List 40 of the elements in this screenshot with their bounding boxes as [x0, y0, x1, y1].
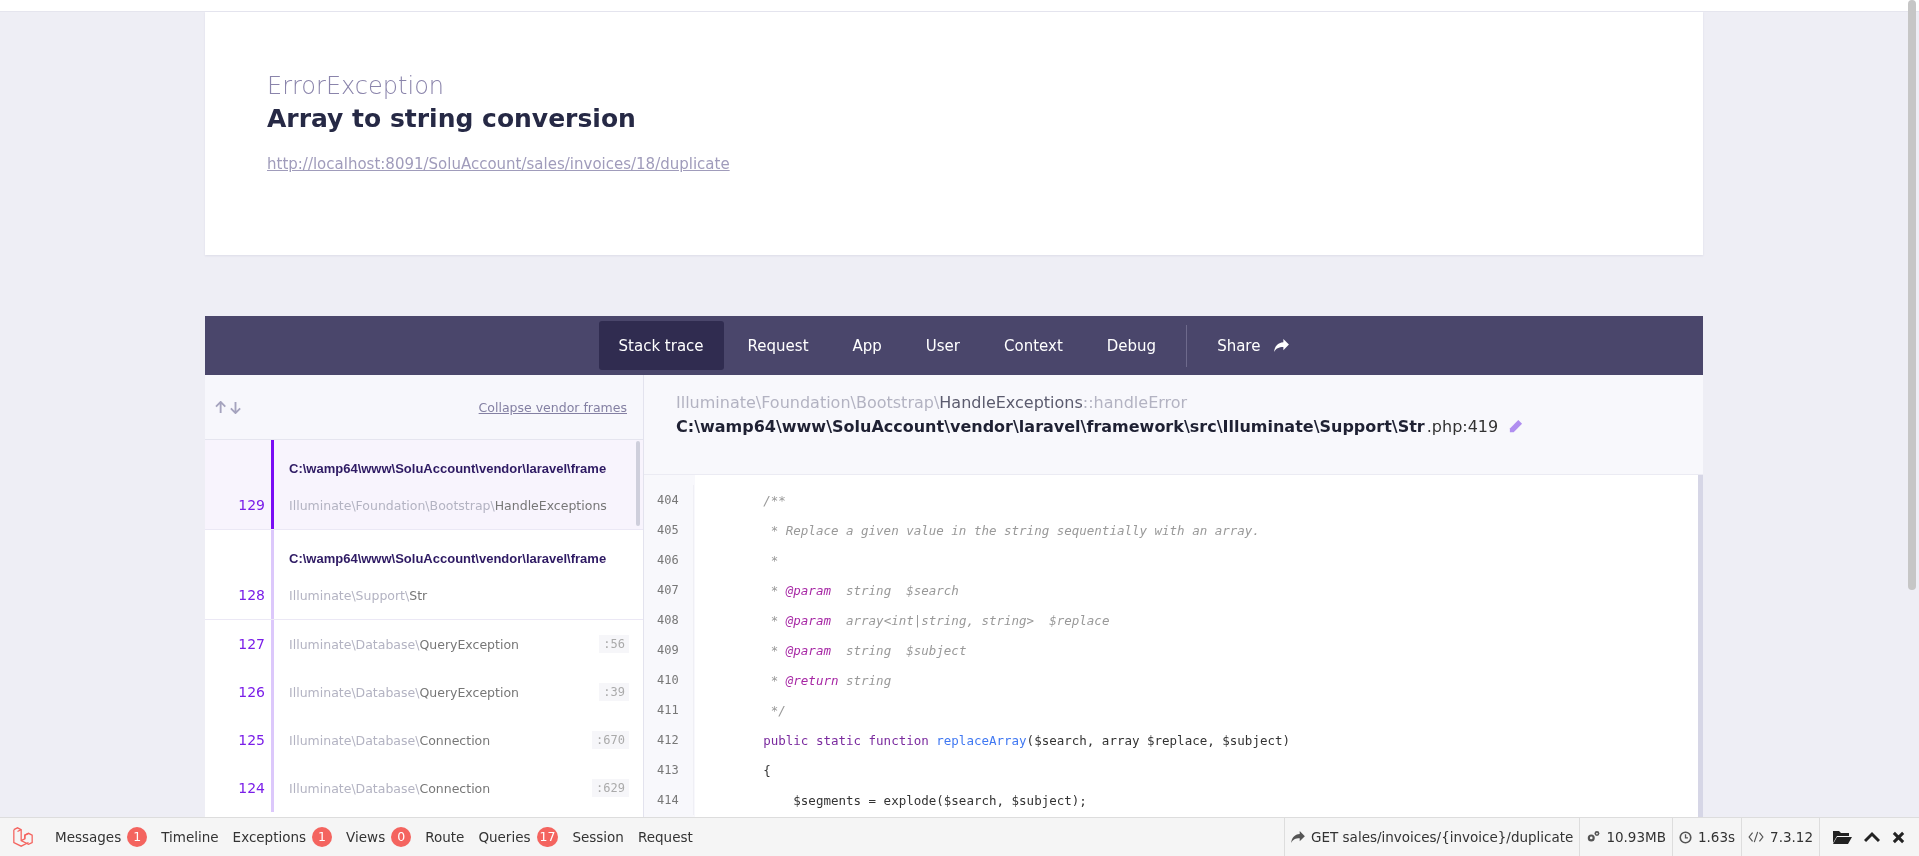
tab[interactable]: Debug	[1086, 321, 1177, 370]
toolbar-tab[interactable]: Exceptions 1	[225, 827, 340, 847]
tab[interactable]: App	[832, 321, 902, 370]
share-icon	[1274, 339, 1290, 352]
edit-icon[interactable]	[1508, 419, 1524, 434]
clock-icon	[1678, 830, 1692, 844]
stack-frame[interactable]: 127 Illuminate\Database\QueryException :56	[205, 620, 643, 668]
toolbar-tab[interactable]: Views 0	[339, 827, 419, 847]
tab[interactable]: User	[905, 321, 981, 370]
toolbar-tab[interactable]: Timeline	[154, 829, 226, 845]
stack-frame[interactable]: 124 Illuminate\Database\Connection :629	[205, 764, 643, 812]
toolbar-tab[interactable]: Route	[418, 829, 472, 845]
folder-icon[interactable]	[1832, 829, 1852, 845]
tab[interactable]: Stack trace	[598, 321, 724, 370]
close-icon[interactable]	[1892, 830, 1905, 844]
collapse-vendor-frames-link[interactable]: Collapse vendor frames	[478, 399, 627, 415]
caret-up-icon[interactable]	[1864, 831, 1880, 843]
toolbar-tab[interactable]: Session	[565, 829, 631, 845]
memory-label: 10.93MB	[1606, 829, 1666, 845]
toolbar-tab[interactable]: Messages 1	[48, 827, 155, 847]
exception-class: ErrorException	[267, 72, 446, 100]
sort-arrows-icon[interactable]	[215, 400, 243, 414]
tab[interactable]: Context	[984, 321, 1083, 370]
toolbar-tab[interactable]: Queries 17	[471, 827, 566, 847]
stack-frame[interactable]: 125 Illuminate\Database\Connection :670	[205, 716, 643, 764]
stack-frame[interactable]: 128 C:\wamp64\www\SoluAccount\vendor\laravel\frame Illuminate\Support\Str	[205, 530, 643, 620]
toolbar-tab[interactable]: Request	[630, 829, 700, 845]
stack-logo-icon[interactable]	[12, 826, 34, 848]
tab[interactable]: Request	[727, 321, 829, 370]
share-icon	[1291, 831, 1306, 843]
gears-icon	[1586, 830, 1601, 844]
time-label: 1.63s	[1697, 829, 1736, 845]
code-icon	[1748, 831, 1765, 843]
exception-message: Array to string conversion	[267, 104, 637, 133]
scrollbar[interactable]	[1908, 0, 1916, 590]
stack-frame[interactable]: 129 C:\wamp64\www\SoluAccount\vendor\laravel\frame Illuminate\Foundation\Bootstrap\HandleExceptions	[205, 440, 643, 530]
stack-frame[interactable]: 126 Illuminate\Database\QueryException :39	[205, 668, 643, 716]
share-button[interactable]: Share	[1197, 321, 1310, 370]
route-label: GET sales/invoices/{invoice}/duplicate	[1311, 829, 1574, 845]
php-version-label: 7.3.12	[1770, 829, 1813, 845]
